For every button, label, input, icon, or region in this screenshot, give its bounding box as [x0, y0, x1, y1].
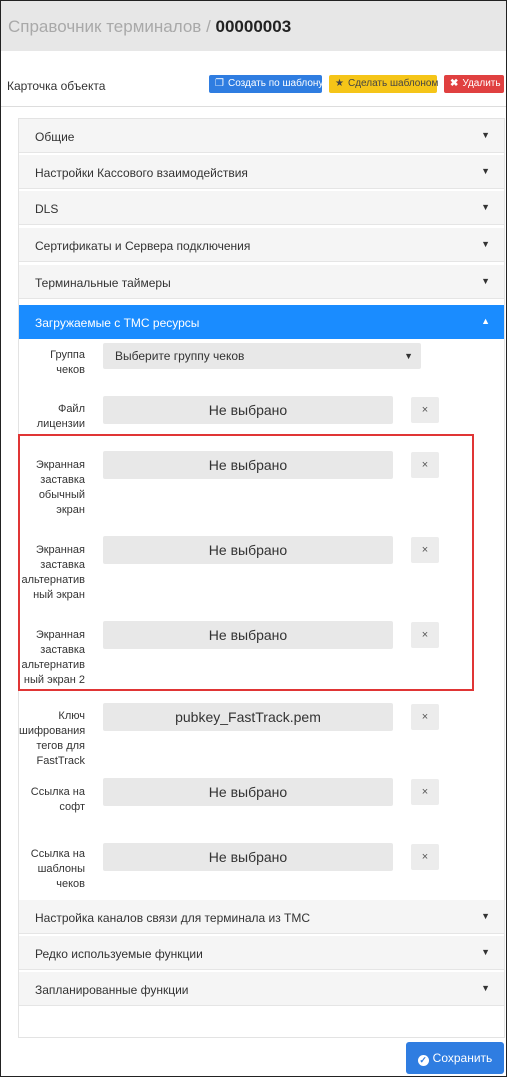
section-label: Настройки Кассового взаимодействия: [35, 166, 248, 180]
close-icon: ✖: [450, 78, 459, 89]
section-label: Общие: [35, 130, 75, 144]
section-label: Запланированные функции: [35, 983, 189, 997]
fasttrack-key-field[interactable]: pubkey_FastTrack.pem: [103, 703, 393, 731]
fasttrack-key-clear-button[interactable]: ×: [411, 704, 439, 730]
software-link-label: Ссылка на софт: [30, 786, 85, 813]
section-label: Терминальные таймеры: [35, 276, 171, 290]
section-label: DLS: [35, 202, 59, 216]
chevron-down-icon: ▼: [481, 276, 490, 286]
app-frame: Справочник терминалов / 00000003 Карточк…: [0, 0, 507, 1077]
chevron-down-icon: ▼: [404, 351, 413, 361]
fasttrack-key-label: Ключ шифрования тегов для FastTrack: [19, 710, 86, 767]
section-label: Редко используемые функции: [35, 947, 203, 961]
section-rare-functions[interactable]: Редко используемые функции ▼: [19, 936, 504, 970]
page-title: Справочник терминалов / 00000003: [8, 17, 291, 37]
copy-icon: ❐: [215, 78, 224, 89]
section-scheduled-functions[interactable]: Запланированные функции ▼: [19, 972, 504, 1006]
receipt-templates-label: Ссылка на шаблоны чеков: [30, 848, 85, 890]
star-icon: ★: [335, 78, 344, 89]
section-dls[interactable]: DLS ▼: [19, 191, 504, 225]
section-label: Загружаемые с ТМС ресурсы: [35, 316, 200, 330]
chevron-down-icon: ▼: [481, 911, 490, 921]
create-from-template-label: Создать по шаблону: [227, 78, 324, 89]
software-link-clear-button[interactable]: ×: [411, 779, 439, 805]
chevron-down-icon: ▼: [481, 166, 490, 176]
check-circle-icon: ✓: [417, 1055, 429, 1066]
delete-button[interactable]: ✖ Удалить: [444, 75, 504, 93]
section-general[interactable]: Общие ▼: [19, 119, 504, 153]
receipt-templates-clear-button[interactable]: ×: [411, 844, 439, 870]
make-template-button[interactable]: ★ Сделать шаблоном: [329, 75, 439, 93]
chevron-down-icon: ▼: [481, 202, 490, 212]
create-from-template-button[interactable]: ❐ Создать по шаблону: [209, 75, 324, 93]
make-template-label: Сделать шаблоном: [347, 78, 439, 89]
save-label: Сохранить: [432, 1051, 493, 1065]
section-tms-resources[interactable]: Загружаемые с ТМС ресурсы ▲: [19, 305, 504, 339]
object-card-label: Карточка объекта: [7, 79, 106, 93]
chevron-down-icon: ▼: [481, 130, 490, 140]
delete-label: Удалить: [462, 78, 501, 89]
section-label: Настройка каналов связи для терминала из…: [35, 911, 311, 925]
license-file-clear-button[interactable]: ×: [411, 397, 439, 423]
check-group-value: Выберите группу чеков: [115, 349, 245, 363]
section-timers[interactable]: Терминальные таймеры ▼: [19, 265, 504, 299]
save-button[interactable]: ✓ Сохранить: [406, 1042, 504, 1074]
chevron-down-icon: ▼: [481, 983, 490, 993]
highlight-box: [18, 434, 474, 691]
divider: [1, 106, 506, 107]
page-header: Справочник терминалов / 00000003: [1, 1, 506, 51]
license-file-field[interactable]: Не выбрано: [103, 396, 393, 424]
check-group-select[interactable]: Выберите группу чеков ▼: [103, 343, 421, 369]
check-group-label: Группа чеков: [50, 349, 85, 376]
section-label: Сертификаты и Сервера подключения: [35, 239, 251, 253]
section-cash-interaction[interactable]: Настройки Кассового взаимодействия ▼: [19, 155, 504, 189]
section-certificates[interactable]: Сертификаты и Сервера подключения ▼: [19, 228, 504, 262]
title-id: 00000003: [215, 17, 292, 36]
software-link-field[interactable]: Не выбрано: [103, 778, 393, 806]
receipt-templates-field[interactable]: Не выбрано: [103, 843, 393, 871]
section-tms-channels[interactable]: Настройка каналов связи для терминала из…: [19, 900, 504, 934]
chevron-up-icon: ▲: [481, 316, 490, 326]
title-prefix: Справочник терминалов /: [8, 17, 216, 36]
chevron-down-icon: ▼: [481, 239, 490, 249]
chevron-down-icon: ▼: [481, 947, 490, 957]
license-file-label: Файл лицензии: [36, 403, 85, 430]
